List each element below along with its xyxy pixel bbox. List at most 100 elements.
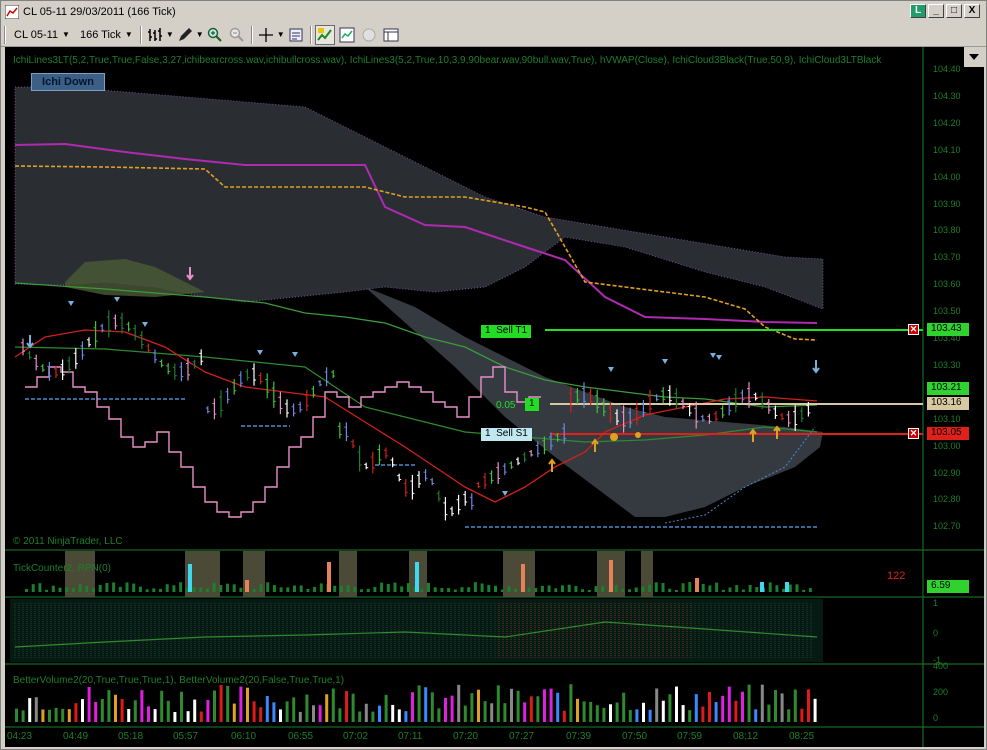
price-axis-label: 104.00	[933, 171, 961, 182]
close-button[interactable]: X	[964, 4, 980, 18]
tick-bar	[366, 588, 370, 592]
time-axis-label: 06:55	[288, 731, 314, 742]
tick-bar	[71, 588, 75, 592]
tick-bar-highlight	[785, 582, 789, 592]
volume-bar	[140, 690, 144, 722]
volume-bar	[120, 699, 124, 722]
price-axis-label: 104.20	[933, 117, 961, 128]
maximize-button[interactable]: □	[946, 4, 962, 18]
close-x-icon[interactable]: ✕	[908, 324, 919, 335]
crosshair-icon[interactable]	[256, 25, 276, 45]
instrument-selector[interactable]: CL 05-11 ▼	[10, 25, 74, 45]
data-box-icon[interactable]	[381, 25, 401, 45]
price-tag-target: 103.43	[927, 323, 969, 336]
tick-bar	[480, 583, 484, 592]
tick-bar	[554, 588, 558, 592]
volume-bar	[529, 696, 533, 722]
tick-bar-highlight	[609, 560, 613, 592]
tick-bar	[393, 582, 397, 592]
volume-bar	[166, 700, 170, 722]
link-button[interactable]: L	[910, 4, 926, 18]
chart-canvas[interactable]: IchiLines3LT(5,2,True,True,False,3,27,ic…	[5, 47, 984, 747]
volume-bar	[754, 709, 758, 722]
volume-bar	[444, 697, 447, 722]
zoom-in-icon[interactable]	[205, 25, 225, 45]
interval-selector[interactable]: 166 Tick ▼	[76, 25, 137, 45]
order-qty: 1	[485, 428, 491, 439]
tick-counter-value: 122	[887, 570, 906, 582]
volume-bar	[787, 709, 791, 722]
chevron-down-icon[interactable]: ▼	[277, 30, 285, 39]
order-entry[interactable]: 1	[525, 398, 539, 411]
tick-bar	[674, 589, 678, 592]
chevron-down-icon[interactable]: ▼	[196, 30, 204, 39]
volume-bar	[331, 688, 335, 722]
signal-marker	[68, 301, 74, 306]
tick-bar	[668, 588, 672, 592]
tick-bar	[286, 587, 290, 592]
order-target-t1[interactable]: 1 Sell T1	[481, 325, 532, 338]
chevron-down-icon[interactable]: ▼	[166, 30, 174, 39]
tick-bar	[145, 589, 149, 592]
tick-bar	[232, 584, 236, 592]
tick-bar	[601, 586, 605, 592]
tick-bar	[346, 585, 350, 592]
properties-icon[interactable]	[286, 25, 306, 45]
volume-bar	[642, 702, 645, 722]
arrow-down-icon	[26, 335, 34, 349]
price-chart-svg[interactable]	[5, 47, 984, 747]
volume-bar	[371, 711, 375, 722]
volume-bar	[345, 691, 348, 722]
volume-bar	[463, 705, 467, 722]
bar-type-icon[interactable]	[145, 25, 165, 45]
tick-bar	[380, 582, 384, 592]
arrow-down-icon	[812, 360, 820, 374]
time-axis-label: 07:11	[398, 731, 423, 742]
pencil-draw-icon[interactable]	[175, 25, 195, 45]
strategy-icon[interactable]	[337, 25, 357, 45]
tick-bar	[406, 583, 410, 592]
time-axis-label: 08:12	[733, 731, 759, 742]
chikou-line	[14, 282, 818, 408]
tick-bar-highlight	[695, 578, 699, 592]
zoom-out-icon[interactable]	[227, 25, 247, 45]
tick-bar	[795, 584, 799, 592]
volume-bar	[246, 687, 249, 722]
volume-bar	[556, 692, 560, 722]
tick-bar	[219, 585, 223, 592]
tick-bar	[199, 587, 203, 592]
tick-bar	[755, 587, 759, 592]
price-tag-stop: 103.05	[927, 427, 969, 440]
signal-marker	[114, 297, 120, 302]
tick-bar	[514, 588, 518, 592]
title-bar[interactable]: CL 05-11 29/03/2011 (166 Tick) L _ □ X	[1, 1, 986, 23]
disabled-circle-icon[interactable]	[359, 25, 379, 45]
volume-bar	[800, 708, 804, 722]
volume-bar	[569, 684, 573, 722]
volume-bar	[727, 686, 731, 722]
price-axis-label: 104.30	[933, 90, 961, 101]
time-axis-label: 07:39	[566, 731, 592, 742]
order-stop-s1[interactable]: 1 Sell S1	[481, 428, 532, 441]
price-tag-entry: 103.16	[927, 397, 969, 410]
time-axis-label: 05:57	[173, 731, 199, 742]
volume-bar	[153, 709, 157, 722]
minimize-button[interactable]: _	[928, 4, 944, 18]
volume-bar	[107, 690, 111, 722]
price-axis-label: 102.70	[933, 521, 961, 532]
signal-marker	[710, 353, 716, 358]
ichi-status-badge: Ichi Down	[31, 73, 105, 91]
volume-bar	[48, 709, 51, 722]
volume-bar	[312, 705, 315, 722]
tick-bar	[192, 587, 196, 592]
tick-bar	[661, 583, 665, 592]
tick-bar	[319, 583, 323, 592]
volume-bar	[450, 695, 454, 722]
close-x-icon[interactable]: ✕	[908, 428, 919, 439]
price-axis-label: 103.50	[933, 306, 961, 317]
tick-bar	[205, 588, 209, 592]
tick-bar	[299, 585, 303, 592]
volume-bar	[523, 702, 527, 722]
chart-trader-icon[interactable]	[314, 24, 335, 45]
time-axis-label: 07:27	[509, 731, 535, 742]
